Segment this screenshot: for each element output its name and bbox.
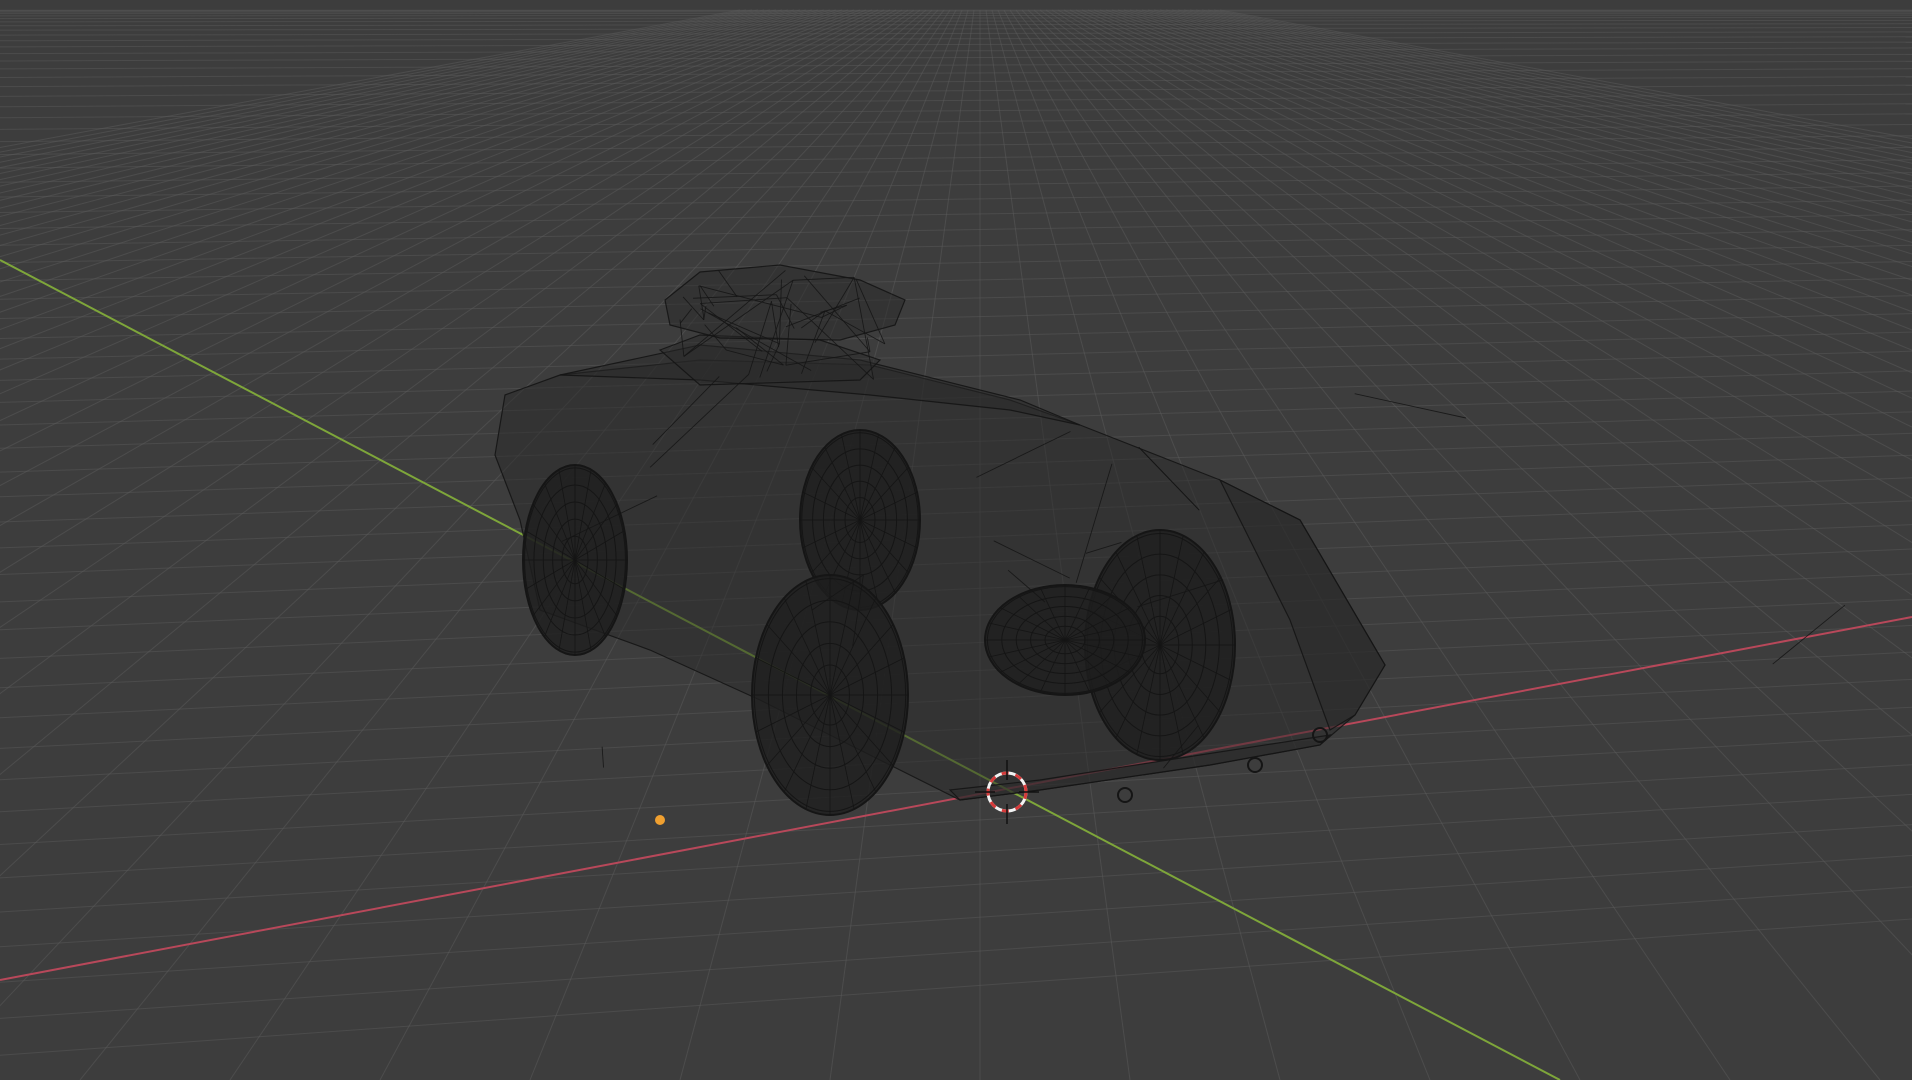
viewport-canvas[interactable]	[0, 0, 1912, 1080]
object-origin-point[interactable]	[655, 815, 665, 825]
wheel-rear-left	[522, 464, 628, 656]
3d-viewport[interactable]	[0, 0, 1912, 1080]
wheel-front-left	[751, 574, 909, 816]
spare-wheel	[984, 584, 1146, 696]
